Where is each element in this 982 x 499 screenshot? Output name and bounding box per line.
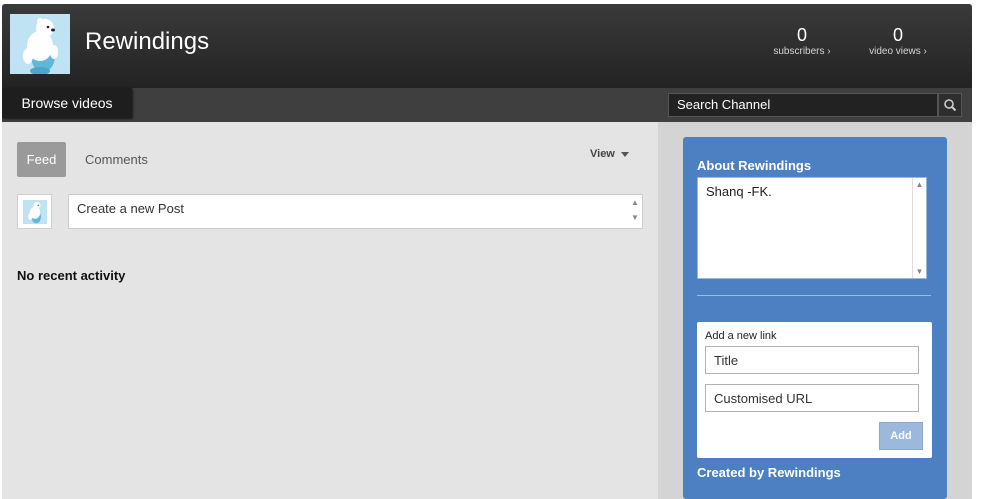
polar-bear-avatar-icon <box>23 200 47 224</box>
subscribers-stat[interactable]: 0 subscribers › <box>770 25 834 59</box>
about-scrollbar[interactable]: ▲ ▼ <box>912 178 926 278</box>
scroll-up-icon[interactable]: ▲ <box>630 198 640 207</box>
video-views-count: 0 <box>892 25 903 45</box>
link-title-input[interactable] <box>705 346 919 374</box>
add-link-button[interactable]: Add <box>879 422 923 450</box>
view-menu[interactable]: View <box>590 148 629 160</box>
created-by-text: Created by Rewindings <box>697 465 841 480</box>
channel-page: Rewindings 0 subscribers › 0 video views… <box>2 4 972 499</box>
tab-comments[interactable]: Comments <box>85 142 148 177</box>
subscribers-count: 0 <box>796 25 807 45</box>
feed-column: Feed Comments View Create a new Post ▲ ▼ <box>2 122 658 499</box>
view-menu-label: View <box>590 148 615 160</box>
about-title: About Rewindings <box>697 158 812 173</box>
link-url-input[interactable] <box>705 384 919 412</box>
scroll-down-icon[interactable]: ▼ <box>630 213 640 222</box>
chevron-down-icon <box>620 151 629 157</box>
no-activity-message: No recent activity <box>17 268 126 283</box>
about-textarea[interactable]: Shanq -FK. ▲ ▼ <box>697 177 927 279</box>
scroll-up-icon[interactable]: ▲ <box>913 180 926 189</box>
new-post-input[interactable]: Create a new Post ▲ ▼ <box>68 194 643 229</box>
polar-bear-avatar-icon[interactable] <box>10 14 70 74</box>
channel-header: Rewindings 0 subscribers › 0 video views… <box>2 4 972 88</box>
about-panel: About Rewindings Shanq -FK. ▲ ▼ Add a ne… <box>683 137 947 499</box>
add-link-form: Add a new link Add <box>697 322 932 458</box>
divider <box>697 295 931 296</box>
add-link-label: Add a new link <box>705 330 777 342</box>
post-avatar <box>17 194 52 229</box>
channel-title: Rewindings <box>85 28 210 55</box>
scroll-down-icon[interactable]: ▼ <box>913 267 926 276</box>
channel-nav-bar: Browse videos <box>2 88 972 122</box>
browse-videos-button[interactable]: Browse videos <box>2 88 132 118</box>
new-post-placeholder: Create a new Post <box>77 201 184 216</box>
video-views-label[interactable]: video views › <box>866 45 930 59</box>
search-channel-input[interactable] <box>668 93 938 117</box>
subscribers-label[interactable]: subscribers › <box>770 45 834 59</box>
tab-feed[interactable]: Feed <box>17 142 66 177</box>
search-button[interactable] <box>938 93 962 117</box>
video-views-stat[interactable]: 0 video views › <box>866 25 930 59</box>
search-icon <box>944 99 957 112</box>
about-text: Shanq -FK. <box>706 184 772 199</box>
